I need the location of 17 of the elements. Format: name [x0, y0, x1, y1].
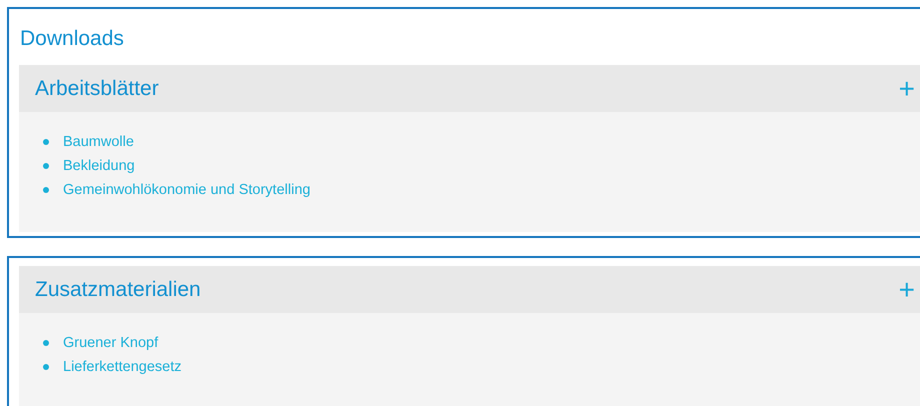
download-link[interactable]: Gemeinwohlökonomie und Storytelling: [63, 182, 310, 198]
accordion-title: Arbeitsblätter: [35, 76, 159, 100]
bullet-icon: [43, 364, 49, 370]
download-link[interactable]: Lieferkettengesetz: [63, 359, 182, 375]
download-link[interactable]: Baumwolle: [63, 134, 134, 150]
accordion-header[interactable]: Arbeitsblätter +: [19, 65, 920, 112]
expand-toggle[interactable]: +: [898, 74, 915, 102]
accordion-header[interactable]: Zusatzmaterialien +: [19, 266, 920, 313]
bullet-icon: [43, 187, 49, 193]
section-title: Downloads: [20, 27, 125, 51]
accordion-title: Zusatzmaterialien: [35, 278, 201, 302]
download-link[interactable]: Bekleidung: [63, 158, 135, 174]
download-link[interactable]: Gruener Knopf: [63, 335, 158, 351]
bullet-icon: [43, 163, 49, 169]
bullet-icon: [43, 139, 49, 145]
bullet-icon: [43, 340, 49, 346]
expand-toggle[interactable]: +: [898, 276, 915, 304]
